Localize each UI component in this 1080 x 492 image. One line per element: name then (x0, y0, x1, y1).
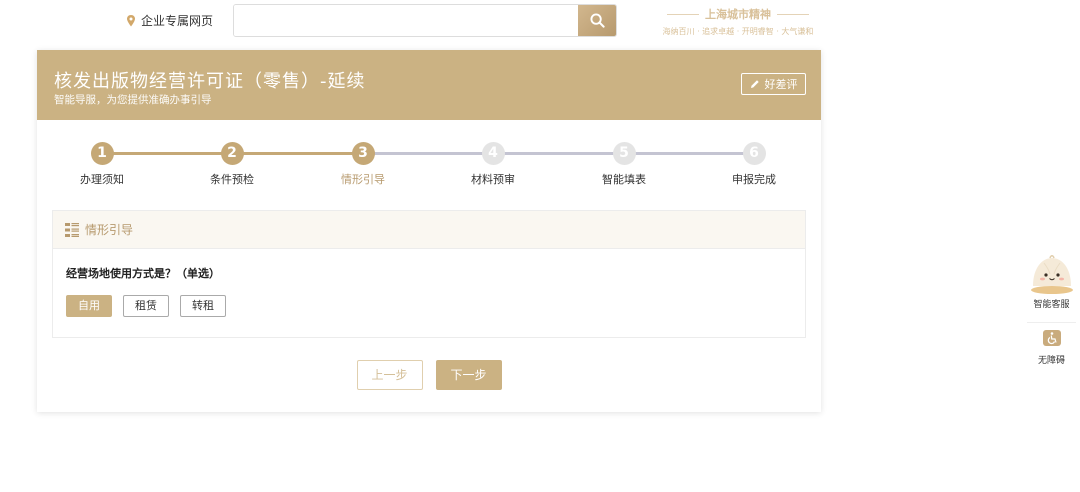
step-4: 4 材料预审 (448, 142, 538, 187)
search-icon (589, 13, 605, 28)
enterprise-page-label: 企业专属网页 (141, 14, 214, 28)
option-lease[interactable]: 租赁 (123, 295, 169, 317)
previous-step-button[interactable]: 上一步 (356, 360, 423, 390)
step-label: 条件预检 (210, 173, 254, 186)
pencil-icon (750, 80, 759, 88)
enterprise-page-link[interactable]: 企业专属网页 (126, 12, 213, 29)
step-5: 5 智能填表 (579, 142, 669, 187)
option-self-use[interactable]: 自用 (66, 295, 112, 317)
accessibility-button[interactable]: 无障碍 (1027, 322, 1076, 366)
step-label: 申报完成 (732, 173, 776, 186)
progress-steps: 1 办理须知 2 条件预检 3 情形引导 4 材料预审 5 智能填表 6 申报完… (37, 120, 821, 210)
step-number: 1 (90, 142, 114, 165)
step-label: 材料预审 (471, 173, 515, 186)
next-step-button[interactable]: 下一步 (435, 360, 502, 390)
wheelchair-icon (1042, 330, 1061, 346)
search-input[interactable] (234, 5, 578, 36)
spirit-tagline: 海纳百川 · 追求卓越 · 开明睿智 · 大气谦和 (662, 27, 814, 36)
step-number: 4 (481, 142, 505, 165)
step-6: 6 申报完成 (709, 142, 799, 187)
step-2: 2 条件预检 (187, 142, 277, 187)
step-3: 3 情形引导 (318, 142, 408, 187)
service-subtitle: 智能导服，为您提供准确办事引导 (54, 94, 212, 106)
rate-button[interactable]: 好差评 (741, 73, 806, 95)
search-button[interactable] (578, 5, 616, 36)
step-label: 情形引导 (341, 173, 385, 186)
rate-button-label: 好差评 (764, 78, 798, 91)
option-sublease[interactable]: 转租 (180, 295, 226, 317)
step-navigation: 上一步 下一步 (37, 360, 821, 390)
bun-mascot-icon (1030, 255, 1073, 294)
progress-track-todo (362, 152, 755, 155)
panel-header: 情形引导 (53, 211, 805, 249)
location-pin-icon (127, 14, 135, 26)
step-1: 1 办理须知 (57, 142, 147, 187)
list-icon (65, 222, 79, 237)
smart-customer-service[interactable]: 智能客服 (1027, 254, 1076, 310)
service-title: 核发出版物经营许可证（零售）-延续 (54, 71, 366, 92)
step-number: 3 (351, 142, 375, 165)
panel-body: 经营场地使用方式是？（单选） 自用 租赁 转租 (53, 249, 805, 333)
service-banner: 核发出版物经营许可证（零售）-延续 智能导服，为您提供准确办事引导 好差评 (37, 50, 821, 120)
step-number: 2 (220, 142, 244, 165)
customer-service-label: 智能客服 (1033, 300, 1070, 310)
spirit-title: 上海城市精神 (705, 8, 771, 21)
situation-guide-panel: 情形引导 经营场地使用方式是？（单选） 自用 租赁 转租 (52, 210, 806, 338)
panel-title: 情形引导 (85, 223, 134, 237)
service-card: 核发出版物经营许可证（零售）-延续 智能导服，为您提供准确办事引导 好差评 1 … (37, 50, 821, 412)
search-box (233, 4, 617, 37)
step-label: 智能填表 (602, 173, 646, 186)
question-text: 经营场地使用方式是？（单选） (66, 267, 220, 280)
top-bar: 企业专属网页 上海城市精神 海纳百川 · 追求卓越 · 开明睿智 · 大气谦和 (0, 0, 1080, 42)
step-number: 5 (612, 142, 636, 165)
accessibility-label: 无障碍 (1037, 356, 1065, 366)
option-group: 自用 租赁 转租 (66, 295, 792, 317)
step-number: 6 (742, 142, 766, 165)
step-label: 办理须知 (80, 173, 124, 186)
shanghai-spirit-logo: 上海城市精神 海纳百川 · 追求卓越 · 开明睿智 · 大气谦和 (655, 6, 821, 37)
